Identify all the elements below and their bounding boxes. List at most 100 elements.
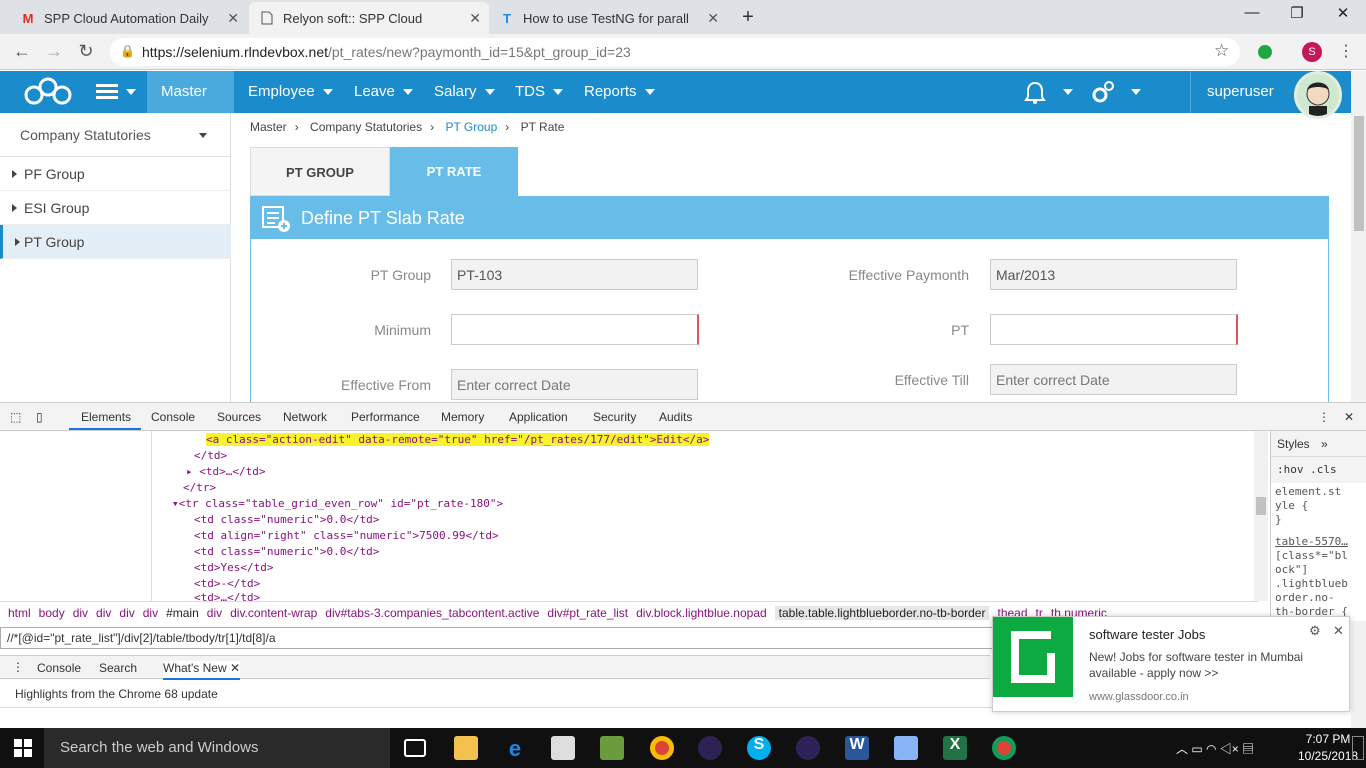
code-line-8[interactable]: <td class="numeric">0.0</td> <box>194 545 379 558</box>
skype-icon[interactable]: S <box>747 736 771 760</box>
nav-tds[interactable]: TDS <box>501 71 577 113</box>
pt-group-field[interactable]: PT-103 <box>451 259 698 290</box>
nav-salary[interactable]: Salary <box>420 71 509 113</box>
breadcrumb-pt-group[interactable]: PT Group <box>445 120 497 134</box>
nav-leave[interactable]: Leave <box>340 71 427 113</box>
more-tabs-icon[interactable]: » <box>1321 437 1328 451</box>
code-line-9[interactable]: <td>Yes</td> <box>194 561 273 574</box>
avatar[interactable] <box>1294 71 1342 119</box>
effective-paymonth-field[interactable]: Mar/2013 <box>990 259 1237 290</box>
styles-tab[interactable]: Styles » <box>1271 431 1366 457</box>
devtools-tab-console[interactable]: Console <box>151 410 195 424</box>
maximize-button[interactable]: ❐ <box>1275 4 1319 28</box>
effective-from-input[interactable]: Enter correct Date <box>451 369 698 400</box>
dom-crumb[interactable]: div <box>73 606 88 620</box>
eclipse-icon-2[interactable] <box>796 736 820 760</box>
tab-pt-rate[interactable]: PT RATE <box>390 147 518 196</box>
excel-icon[interactable]: X <box>943 736 967 760</box>
scrollbar-thumb[interactable] <box>1354 116 1364 231</box>
devtools-tab-elements[interactable]: Elements <box>81 410 131 424</box>
drawer-tab-console[interactable]: Console <box>37 661 81 675</box>
page-scrollbar[interactable] <box>1351 71 1366 402</box>
bookmark-star-icon[interactable]: ☆ <box>1214 41 1229 61</box>
taskbar-search-input[interactable]: Search the web and Windows <box>44 728 390 768</box>
close-icon[interactable]: ✕ <box>230 661 240 675</box>
devtools-close-icon[interactable]: ✕ <box>1344 410 1354 424</box>
browser-tab-gmail[interactable]: M SPP Cloud Automation Daily Stat ✕ <box>10 2 247 34</box>
scrollbar-thumb[interactable] <box>1256 497 1266 515</box>
windows-start-icon[interactable] <box>14 739 32 762</box>
word-icon[interactable]: W <box>845 736 869 760</box>
forward-icon[interactable]: → <box>42 41 66 62</box>
device-toolbar-icon[interactable]: ▯ <box>36 410 43 424</box>
expand-triangle-icon[interactable]: ▸ <box>186 465 193 478</box>
chrome-icon-2[interactable] <box>992 736 1016 760</box>
code-line-11[interactable]: <td>…</td> <box>194 591 260 601</box>
dom-crumb[interactable]: div <box>143 606 158 620</box>
devtools-tab-memory[interactable]: Memory <box>441 410 484 424</box>
chrome-menu-icon[interactable]: ⋮ <box>1338 41 1354 61</box>
store-icon[interactable] <box>551 736 575 760</box>
drawer-tab-whats-new[interactable]: What's New ✕ <box>163 661 241 680</box>
xpath-search-input[interactable]: //*[@id="pt_rate_list"]/div[2]/table/tbo… <box>0 627 1000 649</box>
breadcrumb-company-statutories[interactable]: Company Statutories <box>310 120 422 134</box>
drawer-tab-search[interactable]: Search <box>99 661 137 675</box>
task-view-icon[interactable] <box>404 739 426 757</box>
nav-reports[interactable]: Reports <box>570 71 669 113</box>
window-close-button[interactable]: ✕ <box>1321 4 1365 28</box>
devtools-tab-security[interactable]: Security <box>593 410 636 424</box>
sidebar-item-pf-group[interactable]: PF Group <box>0 157 231 191</box>
nav-master[interactable]: Master <box>147 71 234 138</box>
devtools-tab-application[interactable]: Application <box>509 410 568 424</box>
eclipse-icon[interactable] <box>698 736 722 760</box>
dom-crumb-selected[interactable]: table.table.lightblueborder.no-tb-border <box>774 606 990 620</box>
minimize-button[interactable]: — <box>1230 4 1274 28</box>
new-tab-button[interactable]: + <box>736 6 760 28</box>
glassdoor-notification[interactable]: software tester Jobs New! Jobs for softw… <box>992 616 1350 712</box>
breadcrumb-master[interactable]: Master <box>250 120 287 134</box>
code-line-5[interactable]: ▾<tr class="table_grid_even_row" id="pt_… <box>172 497 503 510</box>
code-line-3[interactable]: ▸ <td>…</td> <box>186 465 265 478</box>
reload-icon[interactable]: ↻ <box>74 41 98 62</box>
profile-avatar[interactable]: S <box>1302 42 1322 62</box>
back-icon[interactable]: ← <box>10 41 34 62</box>
spp-logo[interactable] <box>22 77 74 107</box>
notifications-bell-icon[interactable] <box>1022 81 1073 105</box>
user-menu[interactable]: superuser <box>1190 71 1295 113</box>
devtools-tab-audits[interactable]: Audits <box>659 410 692 424</box>
code-line-10[interactable]: <td>-</td> <box>194 577 260 590</box>
chrome-icon[interactable] <box>650 736 674 760</box>
dom-crumb[interactable]: div <box>207 606 222 620</box>
taskbar-clock[interactable]: 7:07 PM 10/25/2018 <box>1298 731 1358 765</box>
inspect-element-icon[interactable]: ⬚ <box>10 410 21 424</box>
file-explorer-icon[interactable] <box>454 736 478 760</box>
devtools-tab-sources[interactable]: Sources <box>217 410 261 424</box>
close-icon[interactable]: ✕ <box>1333 623 1344 639</box>
settings-gear-icon[interactable]: ⚙ <box>1309 623 1321 639</box>
paint-icon[interactable] <box>894 736 918 760</box>
elements-scrollbar[interactable] <box>1254 431 1268 601</box>
code-line-1[interactable]: <a class="action-edit" data-remote="true… <box>206 433 710 446</box>
dom-crumb[interactable]: div#pt_rate_list <box>547 606 628 620</box>
close-icon[interactable]: ✕ <box>469 10 481 27</box>
nav-employee[interactable]: Employee <box>234 71 347 113</box>
sidebar-section-dropdown[interactable]: Company Statutories <box>0 113 231 157</box>
browser-tab-testng[interactable]: T How to use TestNG for parallel te ✕ <box>489 2 727 34</box>
collapse-triangle-icon[interactable]: ▾ <box>172 497 179 510</box>
devtools-tab-performance[interactable]: Performance <box>351 410 420 424</box>
code-line-4[interactable]: </tr> <box>183 481 216 494</box>
pt-input[interactable] <box>990 314 1238 345</box>
close-icon[interactable]: ✕ <box>227 10 239 27</box>
dom-crumb[interactable]: div#tabs-3.companies_tabcontent.active <box>325 606 539 620</box>
dom-crumb[interactable]: div <box>96 606 111 620</box>
dom-crumb[interactable]: div.block.lightblue.nopad <box>636 606 767 620</box>
devtools-menu-icon[interactable]: ⋮ <box>1318 410 1330 424</box>
dom-crumb[interactable]: #main <box>166 606 199 620</box>
dom-crumb[interactable]: body <box>39 606 65 620</box>
edge-icon[interactable]: e <box>503 736 527 761</box>
notepad-icon[interactable] <box>600 736 624 760</box>
dom-crumb[interactable]: div.content-wrap <box>230 606 317 620</box>
drawer-menu-icon[interactable]: ⋮ <box>12 660 24 674</box>
effective-till-input[interactable]: Enter correct Date <box>990 364 1237 395</box>
dom-crumb[interactable]: html <box>8 606 31 620</box>
